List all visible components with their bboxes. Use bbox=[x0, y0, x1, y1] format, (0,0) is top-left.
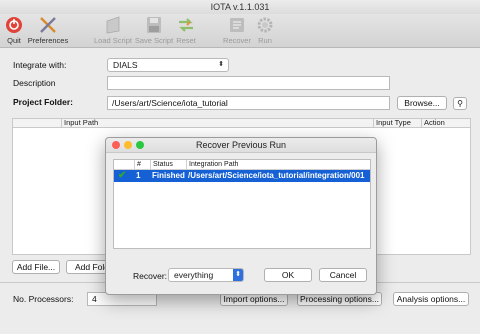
row-status: Finished bbox=[152, 171, 185, 180]
col-integration-path[interactable]: Integration Path bbox=[186, 160, 238, 169]
recover-list-header: # Status Integration Path bbox=[114, 160, 370, 170]
run-gear-icon bbox=[257, 17, 273, 33]
description-field[interactable] bbox=[107, 76, 390, 90]
col-status[interactable]: Status bbox=[150, 160, 173, 169]
load-script-button[interactable]: Load Script bbox=[94, 15, 132, 45]
recover-list-row[interactable]: ✔ 1 Finished /Users/art/Science/iota_tut… bbox=[114, 170, 370, 182]
quit-label: Quit bbox=[7, 36, 21, 45]
cancel-button[interactable]: Cancel bbox=[319, 268, 367, 282]
magnifier-button[interactable]: ⚲ bbox=[453, 97, 467, 110]
preferences-button[interactable]: Preferences bbox=[27, 15, 69, 45]
updown-arrow-icon: ⬍ bbox=[218, 61, 224, 68]
project-folder-label: Project Folder: bbox=[13, 97, 73, 107]
input-table-header: Input Path Input Type Action bbox=[12, 118, 471, 128]
recover-label: Recover bbox=[223, 36, 251, 45]
title-bar: IOTA v.1.1.031 bbox=[0, 0, 480, 14]
recover-icon bbox=[230, 18, 244, 32]
recover-select[interactable]: everything ⬍ bbox=[168, 268, 244, 282]
magnifier-icon: ⚲ bbox=[457, 99, 463, 108]
col-action[interactable]: Action bbox=[421, 119, 445, 127]
integrate-select[interactable]: DIALS ⬍ bbox=[107, 58, 229, 72]
dialog-title: Recover Previous Run bbox=[195, 140, 287, 150]
window-title: IOTA v.1.1.031 bbox=[210, 2, 270, 12]
preferences-label: Preferences bbox=[27, 36, 69, 45]
check-icon[interactable]: ✔ bbox=[118, 170, 126, 182]
recover-label: Recover: bbox=[133, 271, 168, 281]
quit-button[interactable]: Quit bbox=[3, 15, 25, 45]
reset-label: Reset bbox=[176, 36, 196, 45]
load-script-icon bbox=[106, 16, 120, 34]
recover-dialog: Recover Previous Run # Status Integratio… bbox=[105, 137, 377, 295]
integrate-label: Integrate with: bbox=[13, 60, 67, 70]
add-file-button[interactable]: Add File... bbox=[12, 260, 60, 274]
run-label: Run bbox=[258, 36, 272, 45]
save-script-label: Save Script bbox=[134, 36, 174, 45]
minimize-traffic-light-icon[interactable] bbox=[124, 141, 132, 149]
updown-arrow-icon: ⬍ bbox=[233, 269, 243, 281]
toolbar: Quit Preferences Load Script Save Script… bbox=[0, 14, 480, 48]
save-icon bbox=[147, 17, 161, 33]
preferences-icon bbox=[40, 17, 56, 33]
run-button[interactable]: Run bbox=[254, 15, 276, 45]
recover-button[interactable]: Recover bbox=[223, 15, 251, 45]
close-traffic-light-icon[interactable] bbox=[112, 141, 120, 149]
load-script-label: Load Script bbox=[94, 36, 132, 45]
col-input-type[interactable]: Input Type bbox=[373, 119, 411, 127]
browse-button[interactable]: Browse... bbox=[397, 96, 447, 110]
col-input-path[interactable]: Input Path bbox=[61, 119, 98, 127]
recover-value: everything bbox=[174, 270, 214, 280]
col-number[interactable]: # bbox=[134, 160, 141, 169]
save-script-button[interactable]: Save Script bbox=[134, 15, 174, 45]
ok-button[interactable]: OK bbox=[264, 268, 312, 282]
integrate-value: DIALS bbox=[113, 60, 138, 70]
project-folder-field[interactable]: /Users/art/Science/iota_tutorial bbox=[107, 96, 390, 110]
dialog-title-bar: Recover Previous Run bbox=[106, 138, 376, 153]
quit-icon bbox=[6, 17, 22, 33]
row-path: /Users/art/Science/iota_tutorial/integra… bbox=[188, 171, 365, 180]
processors-label: No. Processors: bbox=[13, 294, 74, 304]
recover-run-list[interactable]: # Status Integration Path ✔ 1 Finished /… bbox=[113, 159, 371, 249]
analysis-options-button[interactable]: Analysis options... bbox=[393, 292, 469, 306]
reset-icon bbox=[179, 18, 193, 32]
maximize-traffic-light-icon[interactable] bbox=[136, 141, 144, 149]
reset-button[interactable]: Reset bbox=[175, 15, 197, 45]
row-number: 1 bbox=[136, 171, 141, 180]
description-label: Description bbox=[13, 78, 56, 88]
